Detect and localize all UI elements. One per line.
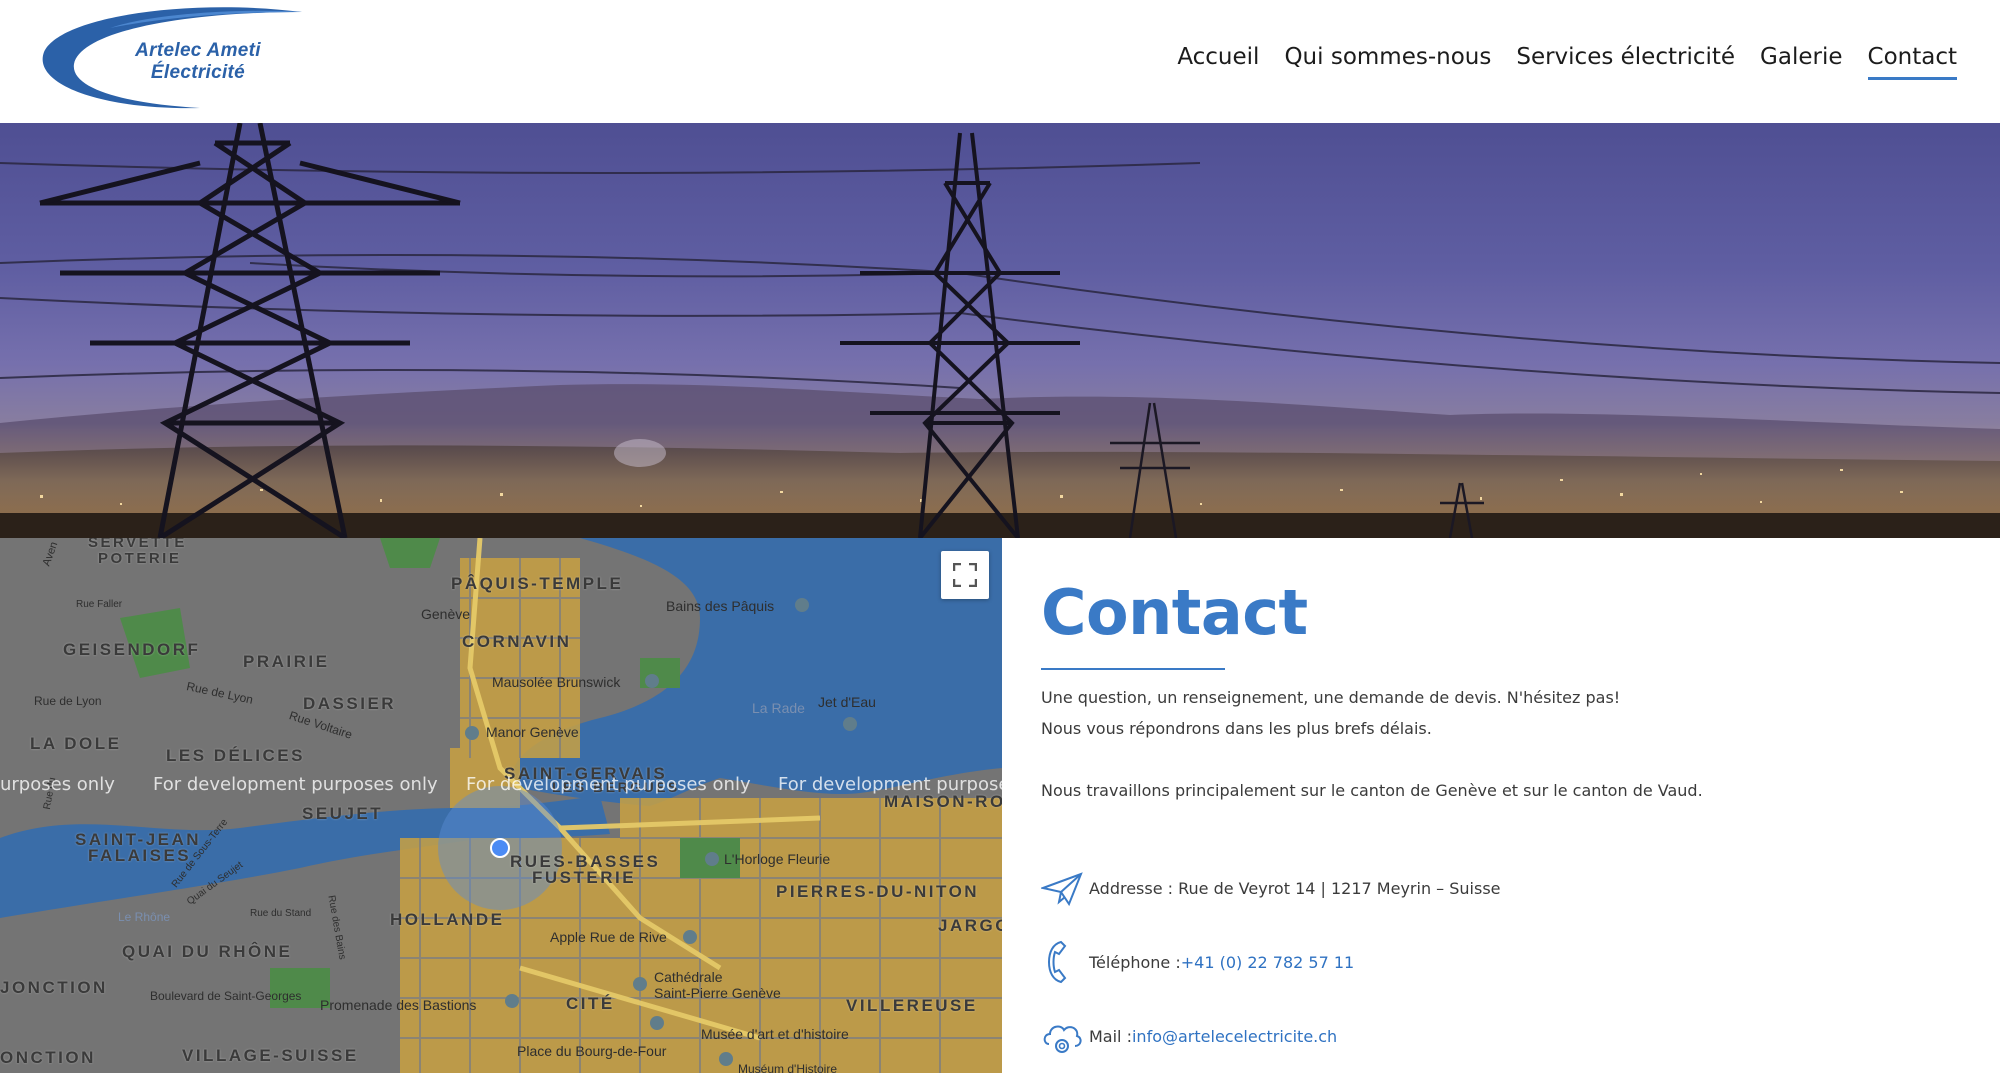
map-dev-watermark-2: For development purposes only [466, 774, 751, 795]
map-dev-watermark-partial-left: urposes only [0, 774, 115, 795]
map-label-les-delices: LES DÉLICES [166, 746, 305, 765]
fullscreen-icon [953, 563, 977, 587]
google-map[interactable]: SERVETTE POTERIE PÂQUIS-TEMPLE CORNAVIN … [0, 538, 1002, 1073]
logo-text: Artelec Ameti Électricité [98, 40, 298, 84]
site-logo[interactable]: Artelec Ameti Électricité [40, 6, 310, 111]
map-label-onction: ONCTION [0, 1048, 96, 1067]
map-fullscreen-button[interactable] [941, 551, 989, 599]
map-poi-lhorloge-fleurie[interactable]: L'Horloge Fleurie [724, 851, 830, 867]
main-nav: Accueil Qui sommes-nous Services électri… [1152, 44, 1958, 80]
map-dev-watermark-partial-right: For development purposes [778, 774, 1002, 795]
map-poi-mausolee-brunswick[interactable]: Mausolée Brunswick [492, 674, 620, 690]
contact-mail-row: Mail : info@artelecelectricite.ch [1041, 1014, 1337, 1058]
contact-address-row: Addresse : Rue de Veyrot 14 | 1217 Meyri… [1041, 866, 1501, 910]
contact-intro-line-2: Nous vous répondrons dans les plus brefs… [1041, 719, 1432, 738]
hero-banner-image [0, 123, 2000, 538]
logo-line-1: Artelec Ameti [135, 40, 261, 61]
map-label-dassier: DASSIER [303, 694, 397, 713]
map-poi-promenade-des-bastions[interactable]: Promenade des Bastions [320, 997, 476, 1013]
contact-title: Contact [1041, 576, 1308, 649]
map-street-rue-faller: Rue Faller [76, 599, 123, 610]
contact-mail-label: Mail : [1089, 1026, 1132, 1046]
map-label-la-dole: LA DOLE [30, 734, 122, 753]
power-pylons-illustration [0, 123, 2000, 538]
map-poi-place-du-bourg[interactable]: Place du Bourg-de-Four [517, 1043, 666, 1059]
logo-line-2: Électricité [150, 62, 246, 83]
paper-plane-icon [1041, 866, 1083, 910]
map-poi-la-rade[interactable]: La Rade [752, 700, 805, 716]
contact-intro-line-1: Une question, un renseignement, une dema… [1041, 688, 1621, 707]
map-poi-musee-art-histoire[interactable]: Musée d'art et d'histoire [701, 1026, 849, 1042]
contact-phone-label: Téléphone : [1089, 952, 1181, 972]
map-poi-jet-deau[interactable]: Jet d'Eau [818, 694, 876, 710]
map-street-boulevard-st-georges: Boulevard de Saint-Georges [150, 989, 302, 1003]
map-label-jargo: JARGO [938, 916, 1002, 935]
map-poi-manor-geneve[interactable]: Manor Genève [486, 724, 579, 740]
nav-accueil[interactable]: Accueil [1177, 44, 1259, 80]
map-poi-bains-des-paquis[interactable]: Bains des Pâquis [666, 598, 774, 614]
map-label-fusterie: FUSTERIE [532, 868, 637, 887]
phone-icon [1041, 940, 1083, 984]
map-label-prairie: PRAIRIE [243, 652, 330, 671]
site-header: Artelec Ameti Électricité Accueil Qui so… [0, 0, 2000, 123]
nav-contact[interactable]: Contact [1867, 44, 1958, 80]
map-label-jonction: JONCTION [0, 978, 108, 997]
map-poi-museum-histoire[interactable]: Muséum d'Histoire [738, 1062, 837, 1073]
map-label-cite: CITÉ [566, 994, 615, 1013]
mail-cloud-icon [1041, 1014, 1083, 1058]
map-street-rue-du-stand: Rue du Stand [250, 908, 312, 919]
map-street-rue-de-lyon-1: Rue de Lyon [34, 694, 102, 708]
nav-services-electricite[interactable]: Services électricité [1516, 44, 1735, 80]
nav-qui-sommes-nous[interactable]: Qui sommes-nous [1284, 44, 1491, 80]
title-underline [1041, 668, 1225, 670]
nav-galerie[interactable]: Galerie [1760, 44, 1842, 80]
contact-section: Contact Une question, un renseignement, … [1002, 538, 2000, 1073]
contact-address-text: Addresse : Rue de Veyrot 14 | 1217 Meyri… [1089, 878, 1501, 898]
map-label-paquis-temple: PÂQUIS-TEMPLE [451, 574, 624, 593]
contact-phone-link[interactable]: +41 (0) 22 782 57 11 [1181, 953, 1354, 972]
map-label-villereuse: VILLEREUSE [846, 996, 978, 1015]
map-poi-saint-pierre[interactable]: Saint-Pierre Genève [654, 985, 781, 1001]
map-label-quai-du-rhone: QUAI DU RHÔNE [122, 942, 293, 961]
map-label-geisendorf: GEISENDORF [63, 640, 201, 659]
map-poi-apple-rue-de-rive[interactable]: Apple Rue de Rive [550, 929, 667, 945]
map-label-cornavin: CORNAVIN [462, 632, 572, 651]
map-label-seujet: SEUJET [302, 804, 384, 823]
contact-region-text: Nous travaillons principalement sur le c… [1041, 781, 1703, 800]
map-label-poterie: POTERIE [98, 550, 182, 567]
map-poi-cathedrale[interactable]: Cathédrale [654, 969, 723, 985]
map-label-pierres-du-niton: PIERRES-DU-NITON [776, 882, 980, 901]
map-river-le-rhone: Le Rhône [118, 910, 171, 924]
map-label-hollande: HOLLANDE [390, 910, 505, 929]
contact-mail-link[interactable]: info@artelecelectricite.ch [1132, 1027, 1337, 1046]
map-poi-geneve[interactable]: Genève [421, 606, 470, 622]
map-dev-watermark-1: For development purposes only [153, 774, 438, 795]
map-label-village-suisse: VILLAGE-SUISSE [182, 1046, 359, 1065]
map-label-maison-ro: MAISON-RO [884, 792, 1002, 811]
map-label-falaises: FALAISES [88, 846, 192, 865]
contact-phone-row: Téléphone : +41 (0) 22 782 57 11 [1041, 940, 1354, 984]
